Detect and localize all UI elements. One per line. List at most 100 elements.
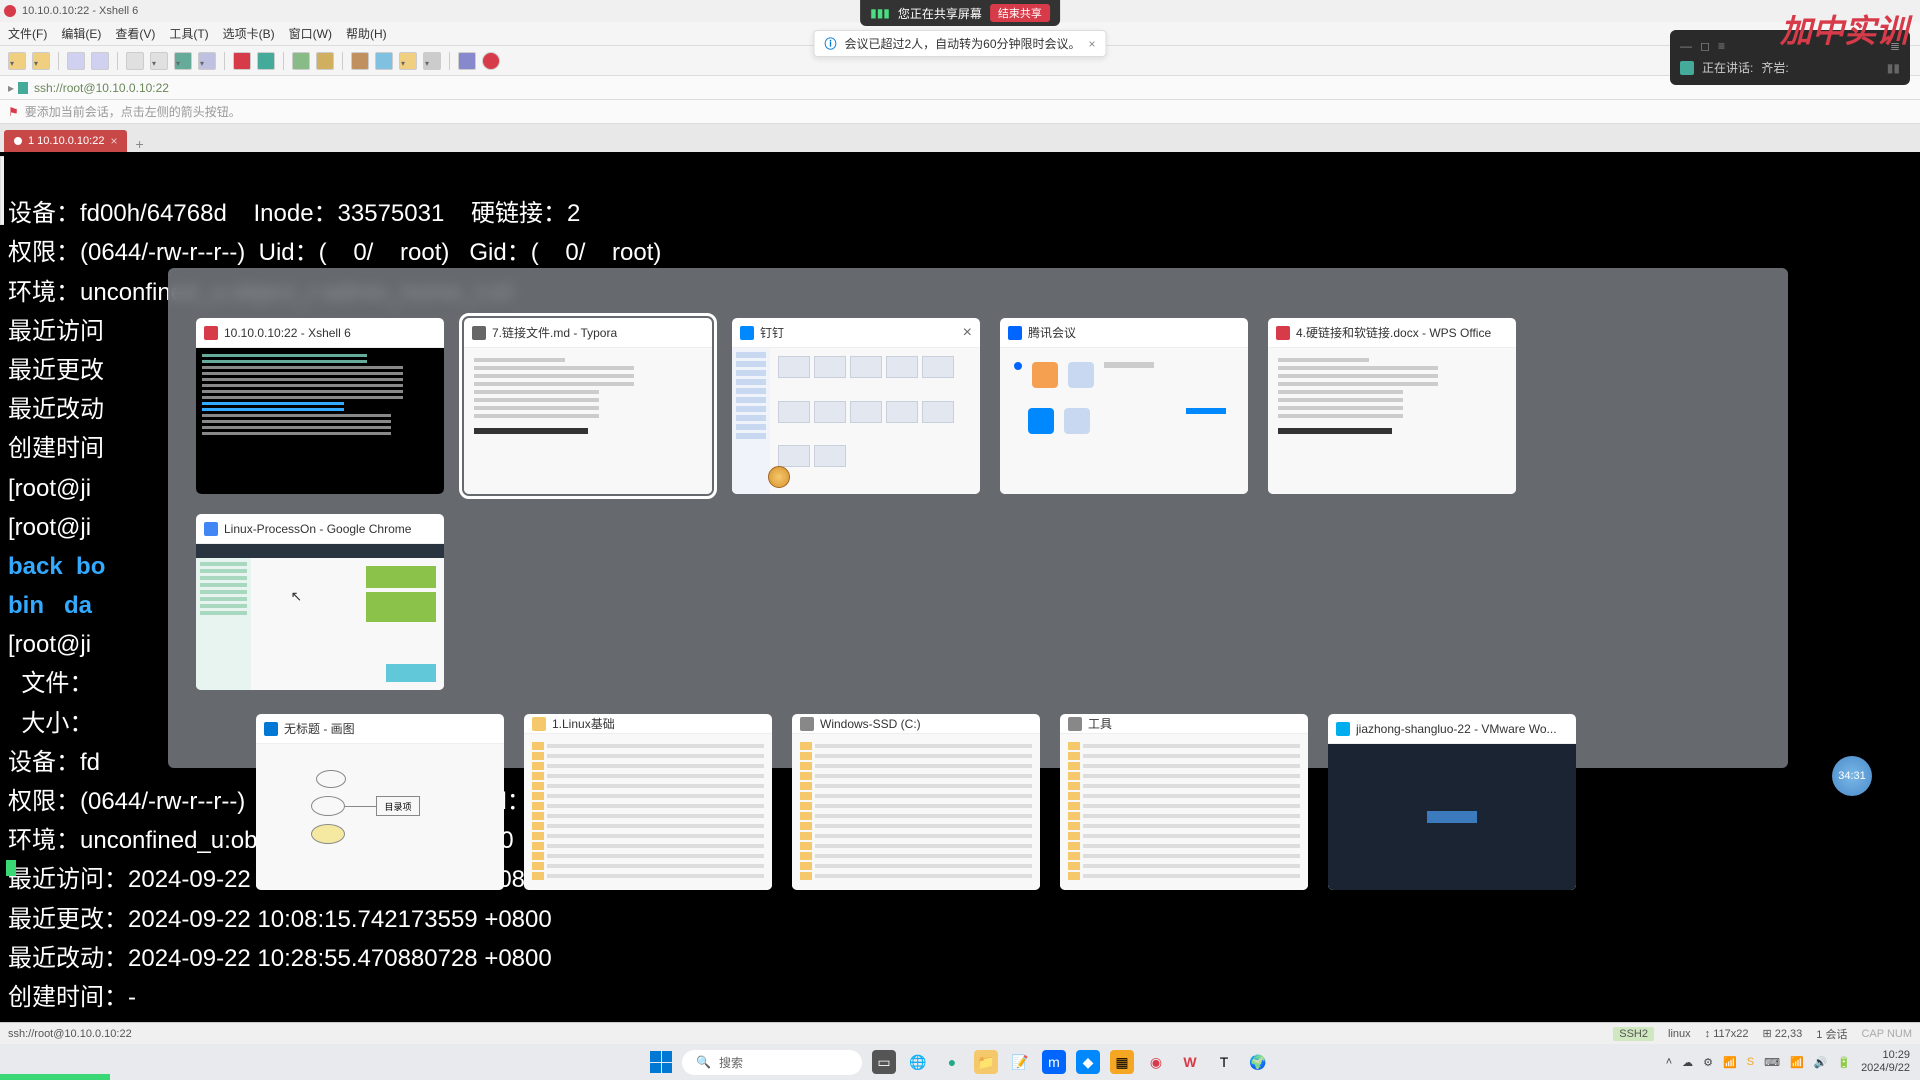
taskbar-clock[interactable]: 10:29 2024/9/22 xyxy=(1861,1049,1910,1075)
end-share-button[interactable]: 结束共享 xyxy=(990,4,1050,22)
menu-edit[interactable]: 编辑(E) xyxy=(61,25,101,42)
menu-file[interactable]: 文件(F) xyxy=(8,25,47,42)
wifi-icon[interactable]: 📶 xyxy=(1790,1056,1804,1069)
cursor-icon xyxy=(768,466,790,488)
tray-icon[interactable]: S xyxy=(1747,1056,1754,1068)
flag-icon: ⚑ xyxy=(8,105,19,119)
timer-badge[interactable]: 34:31 xyxy=(1832,756,1872,796)
wechat-icon[interactable]: ● xyxy=(940,1050,964,1074)
browser-icon[interactable]: 🌍 xyxy=(1246,1050,1270,1074)
separator xyxy=(117,52,118,70)
term-line: 最近更改 xyxy=(8,357,104,384)
app-icon xyxy=(1276,326,1290,340)
address-bar[interactable]: ▸ ssh://root@10.10.0.10:22 xyxy=(0,76,1920,100)
chrome-icon[interactable]: 🌐 xyxy=(906,1050,930,1074)
help-button[interactable] xyxy=(458,52,476,70)
typora-icon[interactable]: T xyxy=(1212,1050,1236,1074)
alt-tab-window[interactable]: Windows-SSD (C:) xyxy=(792,714,1040,890)
speaker-name: 齐岩: xyxy=(1761,59,1788,76)
info-icon: ⓘ xyxy=(824,35,836,52)
term-line: 大小： xyxy=(8,710,93,737)
notepad-icon[interactable]: 📝 xyxy=(1008,1050,1032,1074)
window-thumbnail xyxy=(1000,348,1248,494)
session-tab[interactable]: 1 10.10.0.10:22 × xyxy=(4,130,127,152)
reconnect-button[interactable] xyxy=(257,52,275,70)
close-icon[interactable]: × xyxy=(110,134,117,148)
taskview-icon[interactable]: ▭ xyxy=(872,1050,896,1074)
microphone-icon[interactable] xyxy=(1680,61,1694,75)
alt-tab-window[interactable]: Linux-ProcessOn - Google Chrome↖ xyxy=(196,514,444,690)
status-right: SSH2 linux ↕ 117x22 ⊞ 22,33 1 会话 CAP NUM xyxy=(1613,1026,1912,1042)
window-title: 4.硬链接和软链接.docx - WPS Office xyxy=(1296,324,1491,341)
alt-tab-window[interactable]: 腾讯会议 xyxy=(1000,318,1248,494)
term-line: [root@ji xyxy=(8,475,91,502)
tencent-meeting-icon[interactable]: m xyxy=(1042,1050,1066,1074)
new-session-button[interactable] xyxy=(8,52,26,70)
window-header: 4.硬链接和软链接.docx - WPS Office xyxy=(1268,318,1516,348)
wps-icon[interactable]: W xyxy=(1178,1050,1202,1074)
taskbar-search[interactable]: 🔍 搜索 xyxy=(682,1050,862,1075)
keyboard-icon[interactable]: ⌨ xyxy=(1764,1056,1780,1069)
alt-tab-window[interactable]: 1.Linux基础 xyxy=(524,714,772,890)
key-button[interactable] xyxy=(351,52,369,70)
highlight-button[interactable] xyxy=(375,52,393,70)
separator xyxy=(58,52,59,70)
dingtalk-icon[interactable]: ◆ xyxy=(1076,1050,1100,1074)
app-icon xyxy=(740,326,754,340)
open-button[interactable] xyxy=(32,52,50,70)
close-icon[interactable]: × xyxy=(963,324,972,342)
separator xyxy=(449,52,450,70)
alt-tab-window[interactable]: 7.链接文件.md - Typora xyxy=(464,318,712,494)
explorer-icon[interactable]: 📁 xyxy=(974,1050,998,1074)
status-bar: ssh://root@10.10.0.10:22 SSH2 linux ↕ 11… xyxy=(0,1022,1920,1044)
window-header: Linux-ProcessOn - Google Chrome xyxy=(196,514,444,544)
font-button[interactable] xyxy=(198,52,216,70)
menu-help[interactable]: 帮助(H) xyxy=(346,25,387,42)
menu-tools[interactable]: 工具(T) xyxy=(169,25,208,42)
xshell-taskbar-icon[interactable]: ◉ xyxy=(1144,1050,1168,1074)
minimize-icon[interactable]: — xyxy=(1680,39,1692,53)
paste-button[interactable] xyxy=(91,52,109,70)
tray-icon[interactable]: ⚙ xyxy=(1703,1056,1713,1069)
alt-tab-window[interactable]: 工具 xyxy=(1060,714,1308,890)
menu-window[interactable]: 窗口(W) xyxy=(289,25,332,42)
app-icon xyxy=(532,717,546,731)
globe-button[interactable] xyxy=(174,52,192,70)
color-button[interactable] xyxy=(399,52,417,70)
window-thumbnail xyxy=(196,348,444,494)
status-sessions: 1 会话 xyxy=(1816,1026,1847,1042)
separator xyxy=(342,52,343,70)
cloud-icon[interactable]: ☁ xyxy=(1682,1056,1693,1069)
window-icon[interactable]: ◻ xyxy=(1700,39,1710,53)
menu-tabs[interactable]: 选项卡(B) xyxy=(223,25,275,42)
battery-icon[interactable]: 🔋 xyxy=(1837,1056,1851,1069)
alt-tab-window[interactable]: 无标题 - 画图目录项 xyxy=(256,714,504,890)
close-icon[interactable]: × xyxy=(1089,37,1096,51)
about-button[interactable] xyxy=(482,52,500,70)
menu-view[interactable]: 查看(V) xyxy=(115,25,155,42)
chevron-up-icon[interactable]: ˄ xyxy=(1666,1056,1672,1068)
lock-button[interactable] xyxy=(316,52,334,70)
menu-icon[interactable]: ≡ xyxy=(1718,39,1725,53)
copy-button[interactable] xyxy=(67,52,85,70)
alt-tab-window[interactable]: jiazhong-shangluo-22 - VMware Wo... xyxy=(1328,714,1576,890)
add-tab-button[interactable]: + xyxy=(127,136,151,152)
windows-taskbar: 🔍 搜索 ▭ 🌐 ● 📁 📝 m ◆ ▦ ◉ W T 🌍 ˄ ☁ ⚙ 📶 S ⌨… xyxy=(0,1044,1920,1080)
volume-icon[interactable]: 🔊 xyxy=(1814,1056,1828,1069)
app-icon[interactable]: ▦ xyxy=(1110,1050,1134,1074)
disconnect-button[interactable] xyxy=(233,52,251,70)
alt-tab-window[interactable]: 4.硬链接和软链接.docx - WPS Office xyxy=(1268,318,1516,494)
titlebar-text: 10.10.0.10:22 - Xshell 6 xyxy=(22,5,138,17)
status-pos: ⊞ 22,33 xyxy=(1762,1027,1802,1040)
start-button[interactable] xyxy=(650,1051,672,1073)
toast-text: 会议已超过2人，自动转为60分钟限时会议。 xyxy=(844,35,1080,52)
tray-icon[interactable]: 📶 xyxy=(1723,1056,1737,1069)
fullscreen-button[interactable] xyxy=(292,52,310,70)
find-button[interactable] xyxy=(126,52,144,70)
screen-share-bar: ▮▮▮ 您正在共享屏幕 结束共享 xyxy=(860,0,1060,26)
status-os: linux xyxy=(1668,1028,1691,1040)
alt-tab-window[interactable]: 10.10.0.10:22 - Xshell 6 xyxy=(196,318,444,494)
layout-button[interactable] xyxy=(423,52,441,70)
alt-tab-window[interactable]: 钉钉× xyxy=(732,318,980,494)
tool-button[interactable] xyxy=(150,52,168,70)
